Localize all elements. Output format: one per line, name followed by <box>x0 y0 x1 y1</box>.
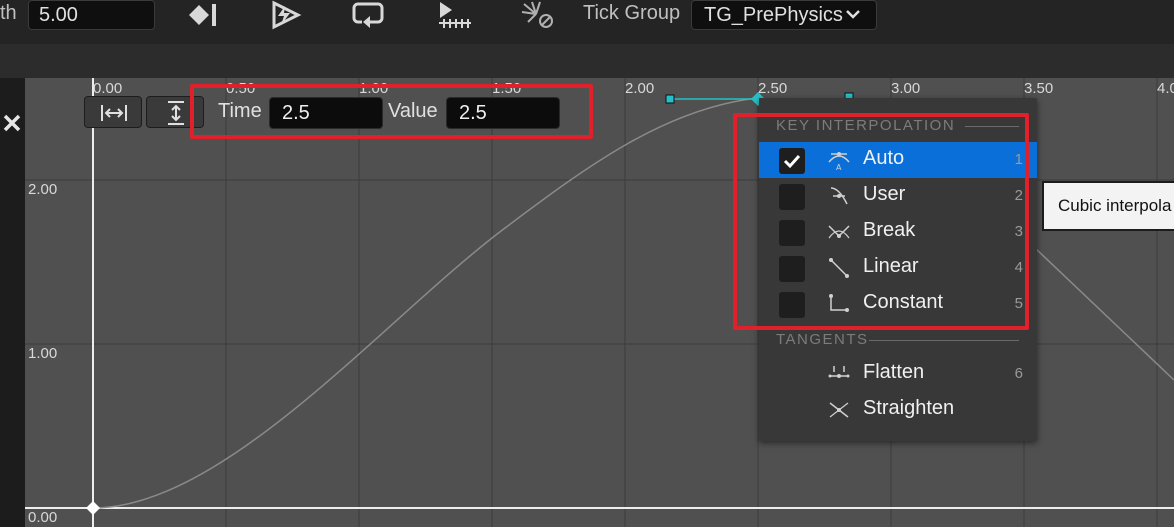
tangent-handle <box>665 94 675 104</box>
menu-item-shortcut: 6 <box>1014 365 1023 382</box>
curve-line-continuation <box>1034 247 1174 381</box>
track-strip <box>0 44 1174 78</box>
flatten-icon <box>828 366 850 378</box>
tick-group-value: TG_PrePhysics <box>704 4 843 26</box>
x-tick: 4.0 <box>1157 80 1174 97</box>
menu-item-label: Straighten <box>863 397 955 419</box>
tick-group-dropdown[interactable]: TG_PrePhysics <box>691 0 877 30</box>
curve-line <box>92 97 759 509</box>
curve-key <box>86 501 100 515</box>
y-tick: 2.00 <box>28 181 58 198</box>
left-panel-edge <box>0 78 25 527</box>
broadcast-toggle-icon[interactable] <box>520 0 556 30</box>
y-tick: 1.00 <box>28 345 58 362</box>
menu-item-flatten[interactable]: Flatten 6 <box>759 356 1037 392</box>
length-input[interactable]: 5.00 <box>28 0 155 30</box>
close-icon[interactable] <box>2 112 22 134</box>
section-tangents: TANGENTS <box>776 331 869 348</box>
x-tick: 3.00 <box>891 80 921 97</box>
length-label: th <box>0 2 17 24</box>
highlight-key-editor <box>190 84 593 139</box>
x-tick: 3.50 <box>1024 80 1054 97</box>
fit-horizontal-icon <box>101 105 127 121</box>
timeline-ruler-icon[interactable] <box>437 0 473 30</box>
x-tick: 2.50 <box>758 80 788 97</box>
add-key-icon[interactable] <box>185 0 221 30</box>
event-icon[interactable] <box>268 0 304 30</box>
timeline-toolbar: th 5.00 Tick Group TG_PrePhysics <box>0 0 1174 44</box>
fit-horizontal-button[interactable] <box>84 96 142 128</box>
y-tick: 0.00 <box>28 509 58 526</box>
chevron-down-icon <box>846 10 860 19</box>
highlight-interpolation-options <box>733 113 1029 330</box>
tooltip: Cubic interpola <box>1042 181 1174 231</box>
menu-item-straighten[interactable]: Straighten <box>759 392 1037 428</box>
straighten-icon <box>829 402 849 418</box>
x-tick: 0.00 <box>93 80 123 97</box>
menu-item-label: Flatten <box>863 361 925 383</box>
x-tick: 2.00 <box>625 80 655 97</box>
section-divider <box>869 340 1019 341</box>
tick-group-label: Tick Group <box>583 2 681 24</box>
loop-icon[interactable] <box>352 0 388 30</box>
